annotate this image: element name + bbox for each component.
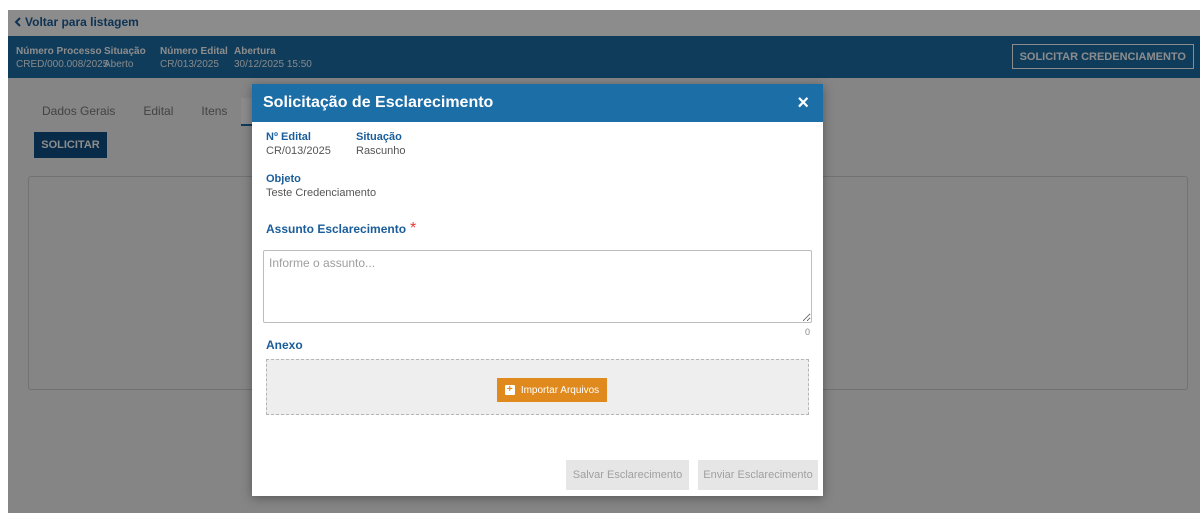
send-button[interactable]: Enviar Esclarecimento — [698, 460, 818, 490]
import-files-button[interactable]: + Importar Arquivos — [497, 378, 607, 402]
plus-icon: + — [504, 385, 515, 395]
modal-title: Solicitação de Esclarecimento — [263, 94, 494, 111]
situacao-value: Rascunho — [356, 145, 406, 157]
objeto-value: Teste Credenciamento — [266, 187, 377, 199]
edital-value: CR/013/2025 — [266, 145, 331, 157]
edital-label: Nº Edital — [266, 131, 311, 143]
objeto-label: Objeto — [266, 173, 301, 185]
objeto-field: Objeto Teste Credenciamento — [266, 172, 376, 201]
import-files-label: Importar Arquivos — [520, 384, 600, 396]
situacao-field: Situação Rascunho — [356, 130, 406, 159]
anexo-heading: Anexo — [266, 336, 303, 354]
assunto-heading: Assunto Esclarecimento * — [266, 220, 416, 238]
save-button[interactable]: Salvar Esclarecimento — [566, 460, 689, 490]
close-icon[interactable]: × — [797, 93, 809, 113]
edital-field: Nº Edital CR/013/2025 — [266, 130, 331, 159]
assunto-input[interactable] — [263, 250, 812, 323]
assunto-label: Assunto Esclarecimento — [266, 222, 407, 236]
required-mark: * — [410, 220, 417, 237]
file-dropzone[interactable]: + Importar Arquivos — [266, 359, 809, 415]
esclarecimento-modal: Solicitação de Esclarecimento × Nº Edita… — [252, 84, 823, 496]
char-counter: 0 — [804, 327, 810, 337]
anexo-label: Anexo — [266, 338, 303, 352]
situacao-label: Situação — [356, 131, 402, 143]
modal-header: Solicitação de Esclarecimento × — [252, 84, 823, 122]
